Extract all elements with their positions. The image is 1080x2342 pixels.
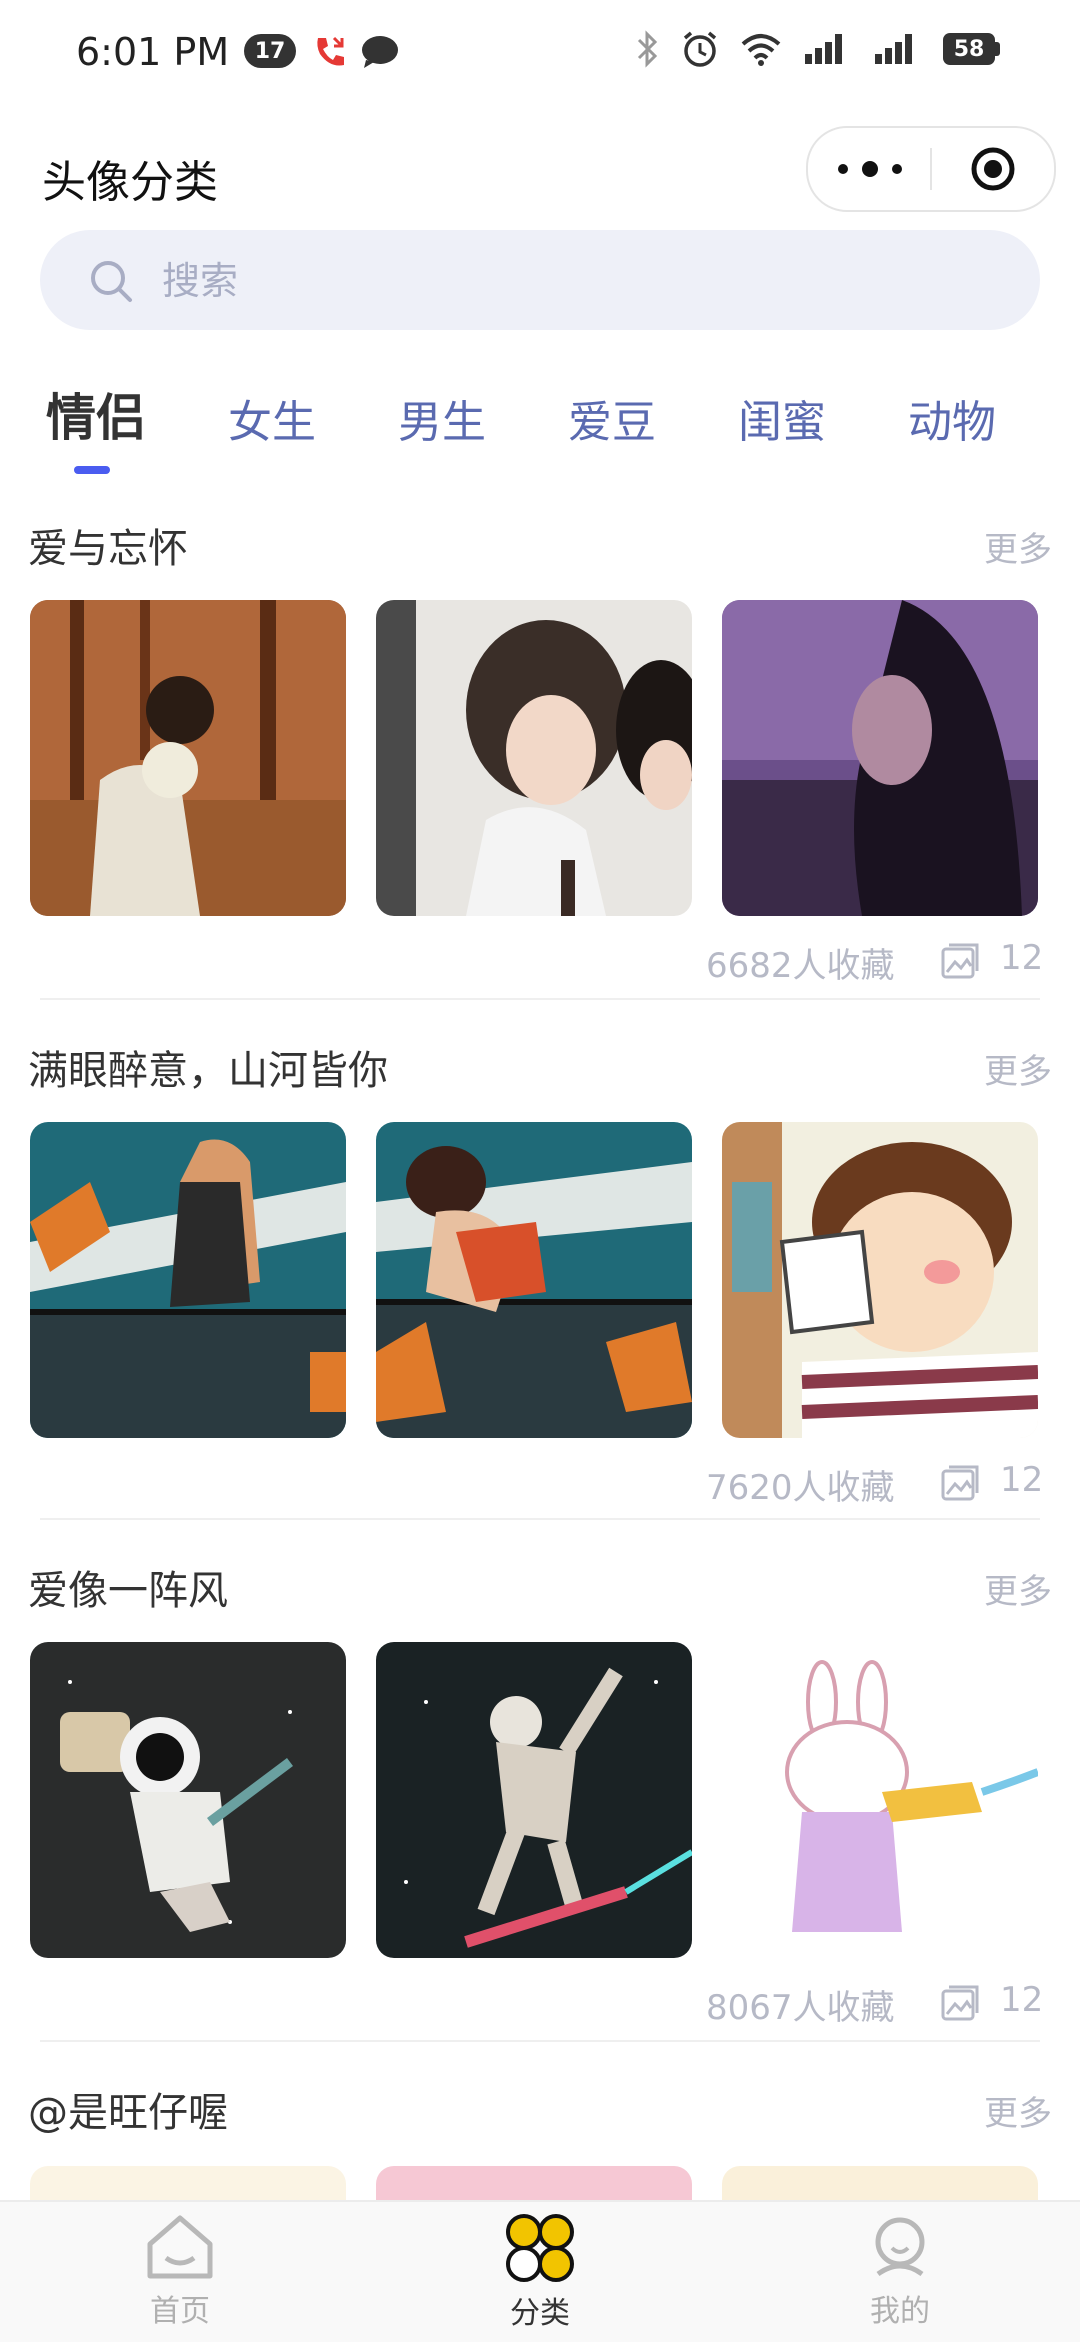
album-section: 满眼醉意，山河皆你 更多 7620人收藏 12 bbox=[0, 1038, 1080, 1528]
section-title: @是旺仔喔 bbox=[28, 2090, 228, 2136]
section-meta: 6682人收藏 12 bbox=[0, 938, 1080, 988]
tab-label: 我的 bbox=[870, 2294, 930, 2329]
avatar-thumbnail[interactable] bbox=[376, 1642, 692, 1958]
avatar-thumbnail[interactable] bbox=[722, 1642, 1038, 1958]
battery-level: 58 bbox=[943, 33, 995, 65]
profile-icon bbox=[800, 2212, 1000, 2282]
favorites-count: 6682人收藏 bbox=[706, 946, 895, 986]
avatar-thumbnail[interactable] bbox=[30, 2166, 346, 2200]
close-target-icon[interactable] bbox=[970, 146, 1016, 192]
signal-icon bbox=[803, 32, 851, 66]
section-title: 爱与忘怀 bbox=[28, 526, 188, 572]
section-title: 满眼醉意，山河皆你 bbox=[28, 1048, 388, 1094]
bluetooth-icon bbox=[635, 30, 659, 68]
favorites-count: 7620人收藏 bbox=[706, 1468, 895, 1508]
bottom-tab-bar: 首页 分类 我的 bbox=[0, 2200, 1080, 2342]
notification-badge: 17 bbox=[244, 34, 296, 68]
section-meta: 8067人收藏 12 bbox=[0, 1980, 1080, 2030]
avatar-thumbnail[interactable] bbox=[376, 1122, 692, 1438]
page-title: 头像分类 bbox=[42, 157, 218, 208]
tab-boys[interactable]: 男生 bbox=[398, 386, 486, 450]
category-tabs: 情侣 女生 男生 爱豆 闺蜜 动物 bbox=[0, 370, 1080, 480]
avatar-thumbnail[interactable] bbox=[30, 1122, 346, 1438]
section-divider bbox=[40, 2040, 1040, 2042]
capsule-divider bbox=[930, 148, 932, 190]
status-time: 6:01 PM bbox=[76, 30, 230, 74]
section-meta: 7620人收藏 12 bbox=[0, 1460, 1080, 1510]
alarm-icon bbox=[681, 30, 719, 68]
section-divider bbox=[40, 1518, 1040, 1520]
tab-profile[interactable]: 我的 bbox=[800, 2212, 1000, 2330]
more-menu-icon[interactable] bbox=[838, 156, 902, 182]
album-section: 爱与忘怀 更多 6682人收藏 12 bbox=[0, 516, 1080, 1006]
favorites-count: 8067人收藏 bbox=[706, 1988, 895, 2028]
tab-home[interactable]: 首页 bbox=[80, 2212, 280, 2330]
category-icon bbox=[440, 2212, 640, 2284]
missed-call-icon bbox=[310, 32, 350, 76]
tab-label: 首页 bbox=[150, 2294, 210, 2329]
tab-girls[interactable]: 女生 bbox=[228, 386, 316, 450]
tab-category[interactable]: 分类 bbox=[440, 2212, 640, 2332]
status-bar: 6:01 PM 17 58 bbox=[0, 0, 1080, 100]
search-bar[interactable] bbox=[40, 230, 1040, 330]
avatar-thumbnail[interactable] bbox=[722, 600, 1038, 916]
album-section: 爱像一阵风 更多 8067人收藏 12 bbox=[0, 1558, 1080, 2048]
more-link[interactable]: 更多 bbox=[984, 1564, 1052, 1613]
miniprogram-capsule bbox=[806, 126, 1056, 212]
signal-2-icon bbox=[873, 32, 921, 66]
album-section: @是旺仔喔 更多 bbox=[0, 2080, 1080, 2200]
tab-couple[interactable]: 情侣 bbox=[46, 378, 146, 450]
avatar-thumbnail[interactable] bbox=[30, 600, 346, 916]
avatar-thumbnail[interactable] bbox=[376, 2166, 692, 2200]
more-link[interactable]: 更多 bbox=[984, 2086, 1052, 2135]
avatar-thumbnail[interactable] bbox=[722, 2166, 1038, 2200]
avatar-thumbnail[interactable] bbox=[376, 600, 692, 916]
tab-animal[interactable]: 动物 bbox=[908, 386, 996, 450]
gallery-icon bbox=[940, 1984, 980, 2028]
tab-idol[interactable]: 爱豆 bbox=[568, 386, 656, 450]
tab-label: 分类 bbox=[510, 2296, 570, 2331]
message-icon bbox=[360, 34, 400, 74]
gallery-icon bbox=[940, 942, 980, 986]
image-count: 12 bbox=[1000, 938, 1044, 978]
avatar-thumbnail[interactable] bbox=[30, 1642, 346, 1958]
avatar-thumbnail[interactable] bbox=[722, 1122, 1038, 1438]
status-icons: 58 bbox=[635, 30, 1000, 68]
more-link[interactable]: 更多 bbox=[984, 522, 1052, 571]
search-icon bbox=[88, 258, 136, 310]
wifi-icon bbox=[741, 32, 781, 66]
search-input[interactable] bbox=[160, 252, 984, 310]
active-tab-indicator bbox=[74, 466, 110, 474]
battery-icon: 58 bbox=[943, 33, 1000, 65]
section-divider bbox=[40, 998, 1040, 1000]
tab-bestie[interactable]: 闺蜜 bbox=[738, 386, 826, 450]
title-bar: 头像分类 bbox=[0, 110, 1080, 230]
home-icon bbox=[80, 2212, 280, 2282]
more-link[interactable]: 更多 bbox=[984, 1044, 1052, 1093]
gallery-icon bbox=[940, 1464, 980, 1508]
image-count: 12 bbox=[1000, 1460, 1044, 1500]
image-count: 12 bbox=[1000, 1980, 1044, 2020]
section-title: 爱像一阵风 bbox=[28, 1568, 228, 1614]
